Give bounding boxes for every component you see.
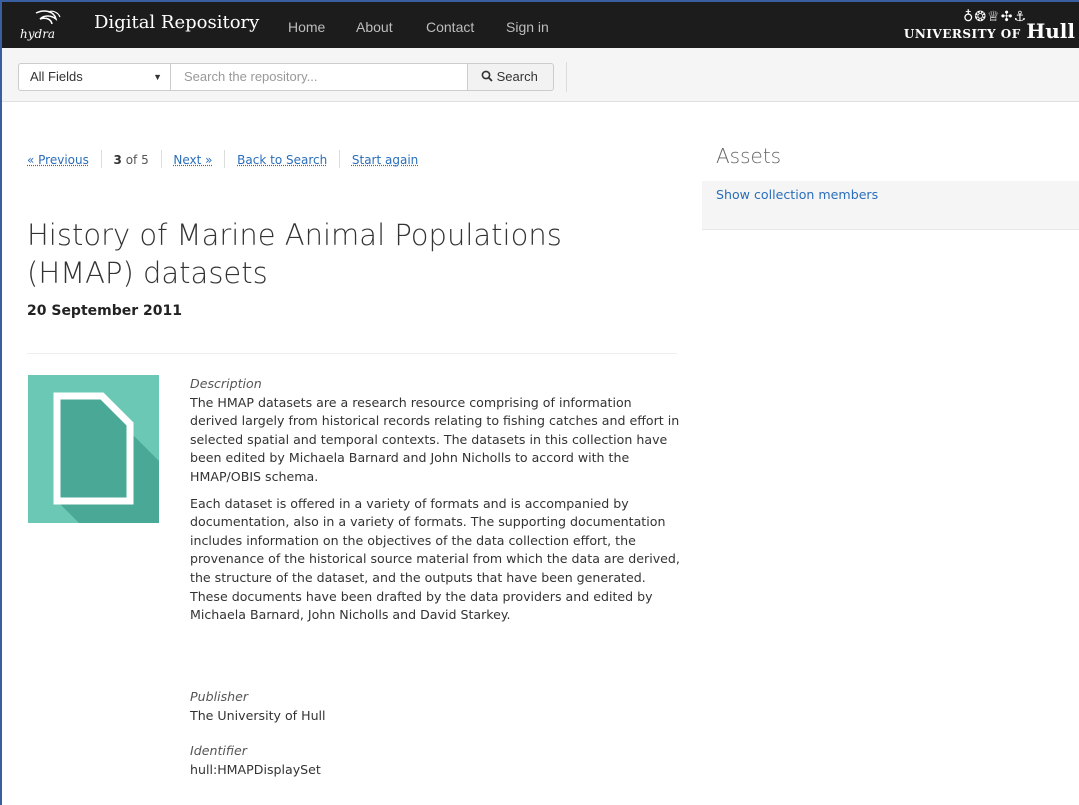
pager-separator: [100, 150, 102, 168]
hull-logo-text: UNIVERSITY OF Hull: [903, 19, 1075, 43]
nav-signin-link[interactable]: Sign in: [506, 19, 549, 35]
university-of-hull-logo[interactable]: ♁❂♕✣⚓ UNIVERSITY OF Hull: [904, 7, 1079, 43]
start-again-link[interactable]: Start again: [352, 153, 418, 167]
search-placeholder: Search the repository...: [184, 69, 318, 84]
assets-panel: Show collection members: [702, 181, 1079, 230]
publisher-value: The University of Hull: [190, 707, 326, 723]
description-paragraph: The HMAP datasets are a research resourc…: [190, 394, 680, 484]
description-paragraph: Each dataset is offered in a variety of …: [190, 495, 680, 623]
search-pagination: « Previous 3 of 5 Next » Back to Search …: [27, 150, 418, 168]
page-title: History of Marine Animal Populations (HM…: [27, 218, 562, 290]
back-to-search-link[interactable]: Back to Search: [237, 153, 327, 167]
hydra-logo-text: hydra: [20, 27, 55, 41]
identifier-section: Identifier hull:HMAPDisplaySet: [190, 742, 680, 779]
brand-title[interactable]: Digital Repository: [94, 12, 259, 33]
assets-heading: Assets: [716, 144, 782, 168]
result-counter: 3 of 5: [113, 153, 149, 167]
search-button[interactable]: Search: [467, 63, 554, 91]
pager-separator: [224, 150, 226, 168]
top-navbar: hydra Digital Repository Home About Cont…: [2, 2, 1079, 48]
description-label: Description: [190, 376, 262, 391]
show-collection-members-link[interactable]: Show collection members: [716, 187, 878, 202]
caret-down-icon: ▼: [153, 72, 162, 82]
magnifier-icon: [481, 70, 493, 82]
section-divider: [27, 353, 677, 354]
pager-separator: [339, 150, 341, 168]
publisher-label: Publisher: [190, 689, 249, 704]
search-bar: All Fields ▼ Search the repository... Se…: [2, 48, 1079, 102]
publisher-section: Publisher The University of Hull: [190, 688, 680, 725]
nav-contact-link[interactable]: Contact: [426, 19, 474, 35]
hydra-logo-icon[interactable]: hydra: [18, 9, 68, 41]
pager-separator: [160, 150, 162, 168]
identifier-label: Identifier: [190, 743, 247, 758]
search-button-label: Search: [496, 69, 538, 84]
toolbar-divider: [566, 62, 567, 92]
search-field-select[interactable]: All Fields ▼: [18, 63, 171, 91]
nav-about-link[interactable]: About: [356, 19, 393, 35]
search-input[interactable]: Search the repository...: [170, 63, 468, 91]
description-section: Description The HMAP datasets are a rese…: [190, 375, 680, 625]
nav-home-link[interactable]: Home: [288, 19, 325, 35]
identifier-value: hull:HMAPDisplaySet: [190, 761, 321, 777]
document-thumbnail-icon[interactable]: [28, 375, 159, 523]
record-date: 20 September 2011: [27, 303, 182, 319]
previous-link[interactable]: « Previous: [27, 153, 89, 167]
next-link[interactable]: Next »: [173, 153, 212, 167]
